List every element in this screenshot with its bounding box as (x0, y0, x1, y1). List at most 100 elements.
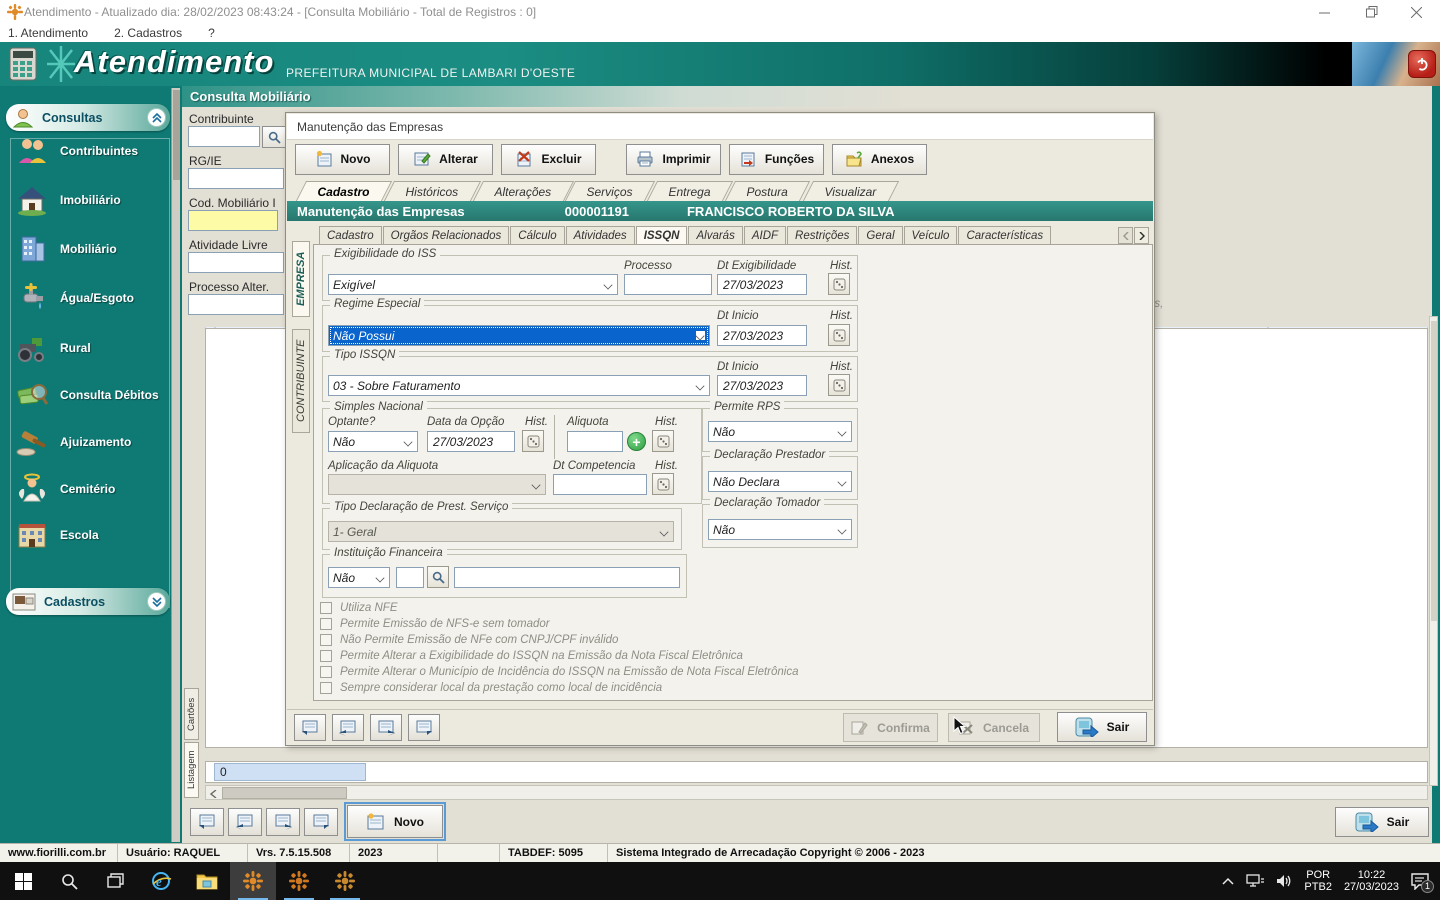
instituicao-codigo-input[interactable] (396, 567, 424, 588)
exigibilidade-combo[interactable]: Exigível (328, 274, 618, 295)
regime-combo[interactable]: Não Possui (328, 325, 710, 346)
contribuinte-input[interactable] (188, 126, 260, 147)
tab-alteracoes[interactable]: Alterações (473, 181, 574, 201)
alterar-button[interactable]: Alterar (398, 144, 493, 175)
rgie-input[interactable] (188, 168, 284, 189)
optante-combo[interactable]: Não (328, 431, 418, 452)
internet-explorer-button[interactable]: e (138, 862, 184, 900)
side-tab-contribuinte[interactable]: CONTRIBUINTE (292, 329, 310, 433)
fiorilli-app-1-button[interactable] (230, 862, 276, 900)
hist-tipo-button[interactable] (828, 374, 850, 396)
aplicacao-aliquota-combo[interactable] (328, 474, 546, 495)
tab-alvaras[interactable]: Alvarás (688, 226, 742, 245)
sidebar-header-cadastros[interactable]: Cadastros (6, 588, 170, 615)
menu-cadastros[interactable]: 2. Cadastros (114, 26, 182, 40)
restore-button[interactable] (1352, 0, 1392, 24)
tab-veiculo[interactable]: Veículo (904, 226, 958, 245)
start-button[interactable] (0, 862, 46, 900)
tab-visualizar[interactable]: Visualizar (803, 181, 899, 201)
chevron-up-icon[interactable] (147, 108, 166, 127)
tab-listagem[interactable]: Listagem (184, 742, 199, 798)
dt-inicio-regime-input[interactable]: 27/03/2023 (717, 325, 807, 346)
funcoes-button[interactable]: Funções (729, 144, 824, 175)
tab-issqn[interactable]: ISSQN (636, 226, 688, 245)
vertical-scrollbar[interactable] (1429, 316, 1438, 786)
tab-aidf[interactable]: AIDF (744, 226, 786, 245)
checkbox-alterar-municipio[interactable] (320, 666, 332, 678)
record-first-button[interactable] (294, 714, 326, 741)
tab-restricoes[interactable]: Restrições (787, 226, 857, 245)
anexos-button[interactable]: Anexos (832, 144, 927, 175)
horizontal-scrollbar[interactable] (205, 785, 1428, 800)
sidebar-item-imobiliario[interactable]: Imobiliário (14, 177, 168, 223)
hist-regime-button[interactable] (828, 324, 850, 346)
tab-caracteristicas[interactable]: Características (958, 226, 1051, 245)
sidebar-header-consultas[interactable]: Consultas (6, 104, 170, 131)
excluir-button[interactable]: Excluir (501, 144, 596, 175)
hist-aliquota-button[interactable] (652, 430, 674, 452)
tray-language[interactable]: POR PTB2 (1304, 869, 1332, 893)
hist-simples-button[interactable] (522, 430, 544, 452)
checkbox-nfse-sem-tomador[interactable] (320, 618, 332, 630)
sair-bottom-button[interactable]: Sair (1335, 807, 1429, 837)
sidebar-item-escola[interactable]: Escola (14, 512, 168, 558)
dt-competencia-input[interactable] (553, 474, 647, 495)
tab-calculo[interactable]: Cálculo (510, 226, 564, 245)
record-prev-button[interactable] (332, 714, 364, 741)
tab-cartoes[interactable]: Cartões (184, 688, 199, 740)
data-opcao-input[interactable]: 27/03/2023 (427, 431, 515, 452)
checkbox-nfe-cnpj-invalido[interactable] (320, 634, 332, 646)
sidebar-item-cemiterio[interactable]: Cemitério (14, 466, 168, 512)
hist-competencia-button[interactable] (652, 473, 674, 495)
chevron-down-icon[interactable] (147, 592, 166, 611)
close-button[interactable] (1396, 0, 1436, 24)
cod-mobiliario-input[interactable] (188, 210, 278, 231)
declaracao-prestador-combo[interactable]: Não Declara (708, 471, 852, 492)
status-website[interactable]: www.fiorilli.com.br (0, 844, 118, 862)
sidebar-item-consulta-debitos[interactable]: Consulta Débitos (14, 372, 168, 418)
aliquota-input[interactable] (567, 431, 623, 452)
dt-exigibilidade-input[interactable]: 27/03/2023 (717, 274, 807, 295)
contribuinte-search-button[interactable] (262, 126, 286, 148)
declaracao-tomador-combo[interactable]: Não (708, 519, 852, 540)
tray-clock[interactable]: 10:22 27/03/2023 (1344, 869, 1399, 893)
tab-scroll-left-button[interactable] (1118, 227, 1133, 244)
instituicao-nome-input[interactable] (454, 567, 680, 588)
speaker-icon[interactable] (1276, 874, 1292, 888)
tab-entrega[interactable]: Entrega (647, 181, 733, 201)
sidebar-item-contribuintes[interactable]: Contribuintes (14, 128, 168, 174)
processo-alter-input[interactable] (188, 294, 284, 315)
task-view-button[interactable] (92, 862, 138, 900)
network-icon[interactable] (1246, 874, 1264, 888)
add-aliquota-button[interactable]: + (627, 432, 646, 451)
dt-inicio-tipo-input[interactable]: 27/03/2023 (717, 375, 807, 396)
tab-cadastro-outer[interactable]: Cadastro (296, 181, 392, 201)
processo-input[interactable] (624, 274, 712, 295)
tab-orgaos-relacionados[interactable]: Orgãos Relacionados (383, 226, 510, 245)
tab-atividades[interactable]: Atividades (566, 226, 635, 245)
power-button[interactable] (1408, 50, 1436, 78)
tab-cadastro-inner[interactable]: Cadastro (319, 226, 382, 245)
tipo-declaracao-combo[interactable]: 1- Geral (328, 521, 674, 542)
fiorilli-app-2-button[interactable] (276, 862, 322, 900)
menu-help[interactable]: ? (208, 26, 215, 40)
tab-scroll-right-button[interactable] (1134, 227, 1149, 244)
sidebar-item-agua-esgoto[interactable]: Água/Esgoto (14, 275, 168, 321)
instituicao-search-button[interactable] (427, 566, 449, 588)
atividade-livre-input[interactable] (188, 252, 284, 273)
minimize-button[interactable] (1304, 0, 1344, 24)
sidebar-item-mobiliario[interactable]: Mobiliário (14, 226, 168, 272)
imprimir-button[interactable]: Imprimir (626, 144, 721, 175)
novo-bottom-button[interactable]: Novo (347, 805, 443, 838)
confirma-button[interactable]: Confirma (843, 713, 938, 742)
tab-geral[interactable]: Geral (858, 226, 902, 245)
sidebar-item-ajuizamento[interactable]: Ajuizamento (14, 419, 168, 465)
record-next-button[interactable] (370, 714, 402, 741)
instituicao-combo[interactable]: Não (328, 567, 390, 588)
side-tab-empresa[interactable]: EMPRESA (292, 241, 310, 317)
sair-dialog-button[interactable]: Sair (1057, 712, 1147, 742)
checkbox-local-prestacao[interactable] (320, 682, 332, 694)
tab-servicos[interactable]: Serviços (565, 181, 655, 201)
nav-last-button[interactable] (304, 808, 338, 836)
sidebar-item-rural[interactable]: Rural (14, 325, 168, 371)
